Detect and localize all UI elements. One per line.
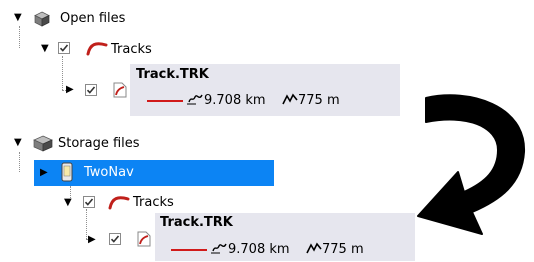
track-name: Track.TRK — [160, 215, 233, 230]
device-icon — [61, 162, 73, 182]
track-file-icon — [137, 231, 151, 247]
tracks-label: Tracks — [133, 195, 174, 210]
checkbox-icon[interactable] — [85, 84, 97, 96]
distance-icon — [187, 94, 203, 105]
tracks-label: Tracks — [111, 42, 152, 57]
track-name: Track.TRK — [136, 67, 209, 82]
cube-icon — [34, 11, 50, 27]
expand-triangle-icon[interactable]: ▶ — [40, 167, 48, 179]
elevation-icon — [282, 93, 298, 105]
track-distance: 9.708 km — [204, 93, 266, 108]
distance-icon — [211, 243, 227, 254]
elevation-icon — [306, 242, 322, 254]
track-file-icon — [113, 82, 127, 98]
checkbox-icon[interactable] — [109, 233, 121, 245]
device-label: TwoNav — [84, 165, 134, 180]
checkbox-icon[interactable] — [83, 196, 95, 208]
collapse-triangle-icon[interactable]: ▼ — [14, 137, 22, 149]
track-curve-icon — [108, 196, 130, 210]
expand-triangle-icon[interactable]: ▶ — [88, 234, 96, 246]
collapse-triangle-icon[interactable]: ▼ — [41, 43, 49, 55]
collapse-triangle-icon[interactable]: ▼ — [14, 12, 22, 24]
collapse-triangle-icon[interactable]: ▼ — [64, 197, 72, 209]
storage-files-label: Storage files — [58, 136, 140, 151]
track-line-swatch — [171, 249, 207, 251]
expand-triangle-icon[interactable]: ▶ — [66, 84, 74, 96]
track-elevation: 775 m — [298, 93, 340, 108]
checkbox-icon[interactable] — [58, 42, 70, 54]
track-curve-icon — [86, 42, 108, 56]
cube-stack-icon — [33, 135, 53, 152]
open-files-label: Open files — [60, 11, 126, 26]
curved-arrow-icon — [417, 94, 526, 235]
track-line-swatch — [147, 100, 183, 102]
track-elevation: 775 m — [322, 242, 364, 257]
track-distance: 9.708 km — [228, 242, 290, 257]
